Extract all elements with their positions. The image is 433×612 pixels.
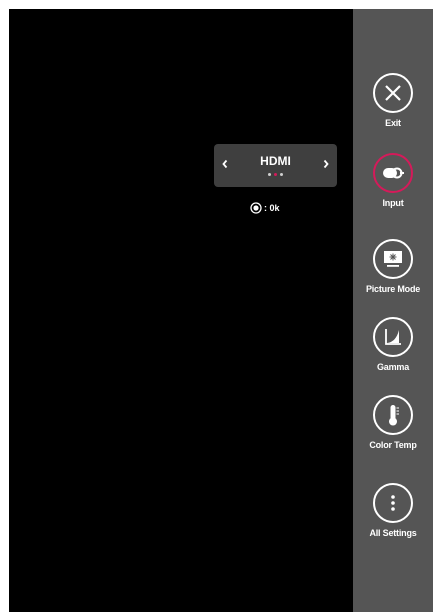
menu-item-all-settings[interactable]: All Settings [353,483,433,538]
status-text: : 0k [264,203,280,213]
menu-item-label: All Settings [369,528,417,538]
menu-item-input[interactable]: Input [353,153,433,208]
menu-item-gamma[interactable]: Gamma [353,317,433,372]
menu-item-label: Exit [385,118,401,128]
menu-item-picture-mode-button[interactable] [373,239,413,279]
menu-item-label: Gamma [376,362,410,372]
menu-item-picture-mode[interactable]: Picture Mode [353,239,433,294]
menu-item-all-settings-button[interactable] [373,483,413,523]
picture-mode-icon [384,251,402,267]
thermometer-icon [389,405,399,426]
osd-side-menu: Exit Input Picture Mode Gamma Color Temp… [353,9,433,612]
input-selector-popup: HDMI [214,144,337,187]
status-indicator: : 0k [250,201,280,215]
menu-item-color-temp[interactable]: Color Temp [353,395,433,450]
menu-item-label: Color Temp [369,440,417,450]
more-vertical-icon [391,495,395,511]
menu-item-exit-button[interactable] [373,73,413,113]
menu-item-input-button[interactable] [373,153,413,193]
menu-item-label: Input [382,198,404,208]
input-page-indicator [214,173,337,176]
page-dot-active [274,173,277,176]
input-icon [383,167,404,179]
menu-item-gamma-button[interactable] [373,317,413,357]
radio-target-icon [250,199,262,218]
menu-item-color-temp-button[interactable] [373,395,413,435]
chevron-right-icon[interactable] [319,157,333,171]
menu-item-label: Picture Mode [365,284,421,294]
monitor-screen: HDMI : 0k Exit Input Picture Mode Gamma … [9,9,433,612]
page-dot [268,173,271,176]
gamma-icon [385,329,401,345]
menu-item-exit[interactable]: Exit [353,73,433,128]
close-icon [385,85,401,101]
page-dot [280,173,283,176]
